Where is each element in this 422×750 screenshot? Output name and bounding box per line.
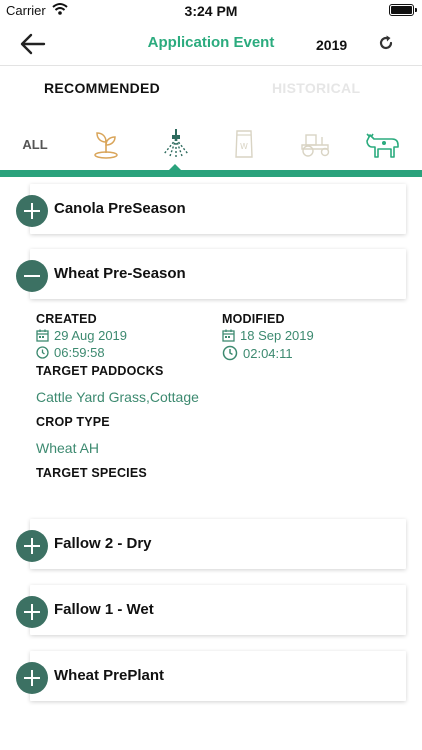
- status-time: 3:24 PM: [184, 3, 238, 19]
- filter-livestock[interactable]: [362, 122, 406, 166]
- expand-plus-icon[interactable]: [16, 195, 48, 227]
- filter-fertilizer[interactable]: W: [222, 122, 266, 166]
- expand-plus-icon[interactable]: [16, 662, 48, 694]
- seedling-icon: [94, 132, 118, 159]
- cow-icon: [366, 133, 399, 158]
- refresh-icon[interactable]: [376, 33, 396, 53]
- modified-label: MODIFIED: [222, 312, 285, 326]
- clock-icon: [36, 346, 49, 359]
- calendar-icon: [36, 329, 49, 342]
- target-paddocks-value: Cattle Yard Grass,Cottage: [36, 389, 199, 405]
- target-paddocks-label: TARGET PADDOCKS: [36, 364, 164, 378]
- expand-plus-icon[interactable]: [16, 596, 48, 628]
- filter-underline-bar: [0, 170, 422, 177]
- target-species-label: TARGET SPECIES: [36, 466, 147, 480]
- event-card-canola-preseason[interactable]: Canola PreSeason: [30, 184, 406, 234]
- crop-type-label: CROP TYPE: [36, 415, 110, 429]
- event-card-wheat-preplant[interactable]: Wheat PrePlant: [30, 651, 406, 701]
- page-title: Application Event: [147, 34, 275, 51]
- filter-sprayer[interactable]: [154, 122, 198, 166]
- created-time: 06:59:58: [36, 345, 105, 360]
- filter-all[interactable]: ALL: [14, 122, 56, 166]
- created-date: 29 Aug 2019: [36, 328, 127, 343]
- event-title: Canola PreSeason: [54, 200, 186, 217]
- filter-tractor[interactable]: [294, 122, 338, 166]
- battery-icon: [389, 4, 417, 16]
- tab-recommended[interactable]: RECOMMENDED: [44, 80, 160, 96]
- modified-time: 02:04:11: [222, 345, 293, 361]
- modified-date: 18 Sep 2019: [222, 328, 314, 343]
- fertilizer-bag-icon: W: [235, 130, 253, 158]
- tractor-icon: [301, 134, 330, 157]
- filter-seedling[interactable]: [84, 122, 128, 166]
- created-label: CREATED: [36, 312, 97, 326]
- svg-text:W: W: [240, 142, 248, 151]
- category-filter-bar: ALL W: [0, 116, 422, 174]
- event-card-wheat-preseason[interactable]: Wheat Pre-Season: [30, 249, 406, 299]
- event-card-fallow-2-dry[interactable]: Fallow 2 - Dry: [30, 519, 406, 569]
- segment-tabs: RECOMMENDED HISTORICAL: [0, 66, 422, 112]
- expand-plus-icon[interactable]: [16, 530, 48, 562]
- event-title: Wheat PrePlant: [54, 667, 165, 684]
- event-title: Fallow 1 - Wet: [54, 601, 154, 618]
- event-card-fallow-1-wet[interactable]: Fallow 1 - Wet: [30, 585, 406, 635]
- tab-historical[interactable]: HISTORICAL: [272, 80, 360, 96]
- year-selector[interactable]: 2019: [316, 37, 347, 53]
- clock-icon: [222, 345, 238, 361]
- calendar-icon: [222, 329, 235, 342]
- event-title: Fallow 2 - Dry: [54, 535, 152, 552]
- crop-type-value: Wheat AH: [36, 440, 100, 456]
- collapse-minus-icon[interactable]: [16, 260, 48, 292]
- status-bar: Carrier 3:24 PM: [0, 0, 422, 22]
- nav-bar: Application Event 2019: [0, 22, 422, 66]
- event-title: Wheat Pre-Season: [54, 265, 186, 282]
- sprayer-icon: [163, 129, 189, 157]
